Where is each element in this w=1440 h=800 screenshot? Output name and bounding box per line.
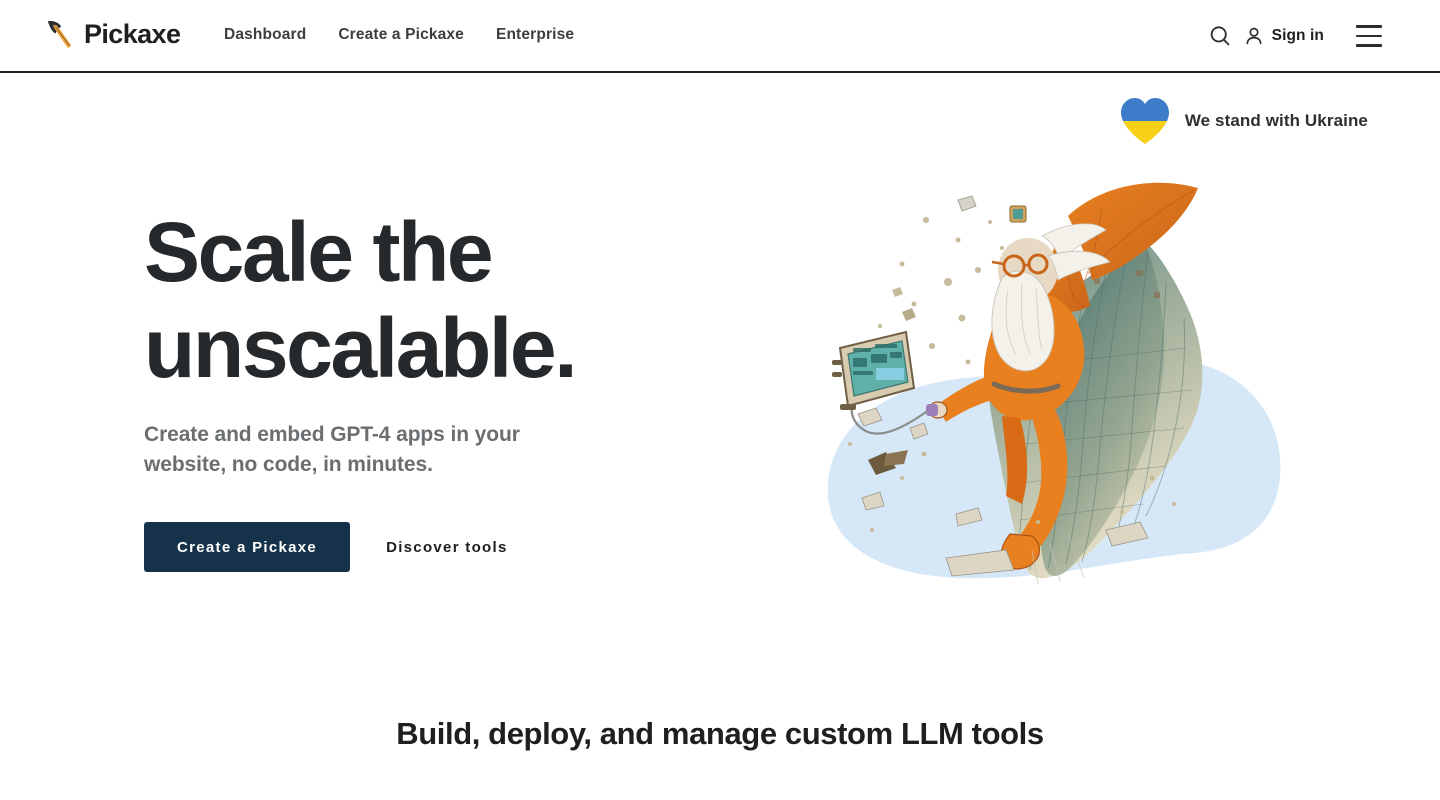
sign-in-link[interactable]: Sign in bbox=[1243, 25, 1324, 47]
pickaxe-icon bbox=[44, 17, 78, 51]
ukraine-support-banner: We stand with Ukraine bbox=[1119, 96, 1368, 146]
hero-title-line-1: Scale the bbox=[144, 205, 494, 299]
nav-item-dashboard[interactable]: Dashboard bbox=[224, 26, 306, 44]
user-icon bbox=[1243, 25, 1265, 47]
sign-in-label: Sign in bbox=[1271, 27, 1324, 44]
logo-home-link[interactable]: Pickaxe bbox=[44, 17, 181, 51]
ukraine-heart-icon bbox=[1119, 96, 1171, 146]
header-actions: Sign in bbox=[1206, 22, 1382, 50]
hamburger-bar-middle bbox=[1356, 34, 1382, 38]
wizard-riding-falling-cliff-illustration bbox=[806, 178, 1306, 593]
hero-cta-group: Create a Pickaxe Discover tools bbox=[144, 522, 784, 572]
page-title: Scale the unscalable. bbox=[144, 204, 784, 396]
hamburger-menu-icon[interactable] bbox=[1356, 25, 1382, 47]
hamburger-bar-bottom bbox=[1356, 44, 1382, 47]
discover-tools-button[interactable]: Discover tools bbox=[386, 539, 508, 556]
features-section-heading: Build, deploy, and manage custom LLM too… bbox=[396, 716, 1044, 751]
hero-title-line-2: unscalable. bbox=[144, 301, 578, 395]
hero-subtitle: Create and embed GPT-4 apps in your webs… bbox=[144, 423, 520, 476]
logo-wordmark: Pickaxe bbox=[84, 19, 181, 49]
search-icon[interactable] bbox=[1206, 22, 1234, 50]
nav-item-enterprise[interactable]: Enterprise bbox=[496, 26, 574, 44]
site-header: Pickaxe Dashboard Create a Pickaxe Enter… bbox=[0, 0, 1440, 73]
hero-section: Scale the unscalable. Create and embed G… bbox=[144, 204, 784, 572]
hamburger-bar-top bbox=[1356, 25, 1382, 28]
nav-item-create-a-pickaxe[interactable]: Create a Pickaxe bbox=[338, 26, 464, 44]
primary-nav: Dashboard Create a Pickaxe Enterprise bbox=[224, 26, 574, 44]
ukraine-banner-label: We stand with Ukraine bbox=[1184, 111, 1368, 130]
create-a-pickaxe-button[interactable]: Create a Pickaxe bbox=[144, 522, 351, 572]
